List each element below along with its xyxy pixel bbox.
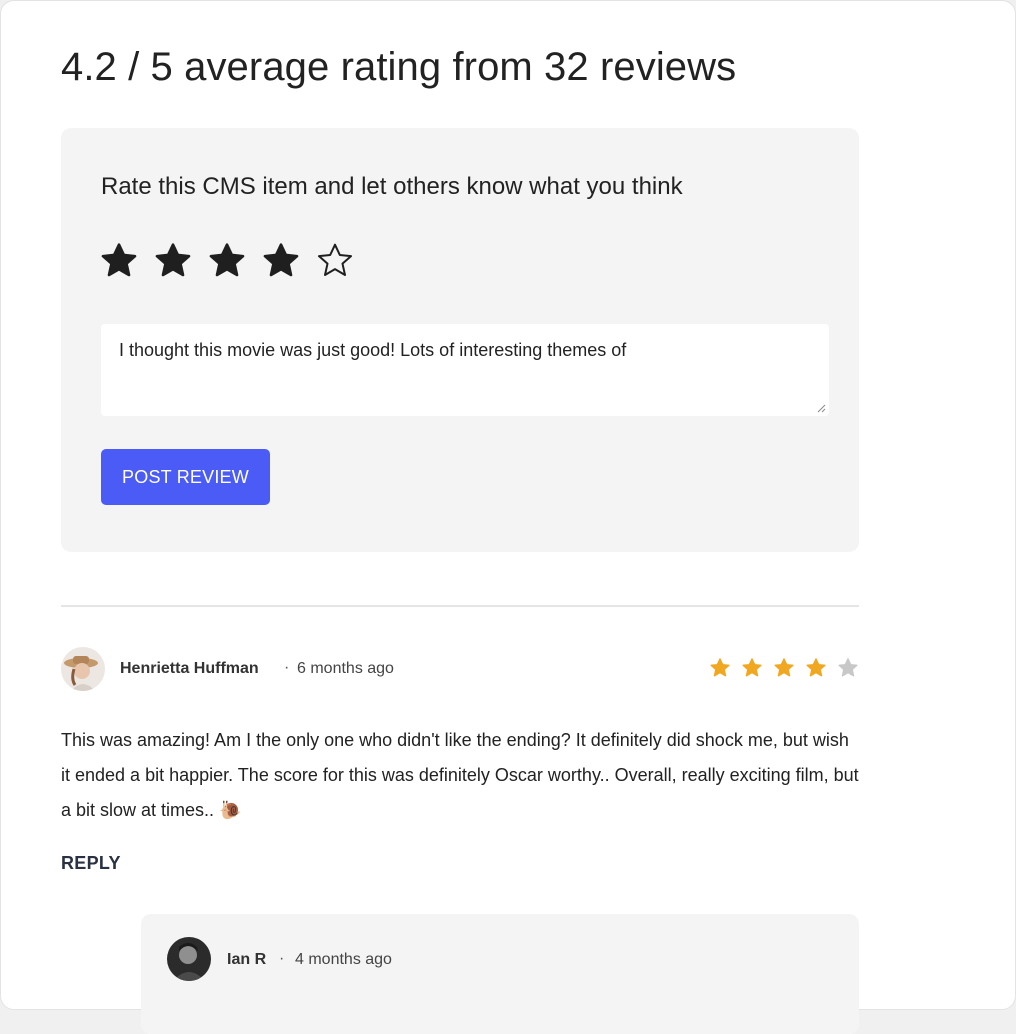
reply-button[interactable]: REPLY xyxy=(61,853,121,874)
rating-input[interactable] xyxy=(99,241,355,281)
review-header: Henrietta Huffman · 6 months ago xyxy=(61,647,859,691)
star-icon-1[interactable] xyxy=(99,241,139,281)
review-textarea-value: I thought this movie was just good! Lots… xyxy=(119,340,627,360)
star-icon-5[interactable] xyxy=(315,241,355,281)
review-time: 6 months ago xyxy=(297,660,394,677)
star-icon-3[interactable] xyxy=(207,241,247,281)
avatar[interactable] xyxy=(61,647,105,691)
reply-card: Ian R · 4 months ago xyxy=(141,914,859,1034)
review-textarea[interactable]: I thought this movie was just good! Lots… xyxy=(101,324,829,416)
divider xyxy=(61,605,859,607)
review-text: This was amazing! Am I the only one who … xyxy=(61,730,859,820)
star-icon xyxy=(805,657,827,679)
review-author[interactable]: Henrietta Huffman xyxy=(120,660,259,678)
rate-item-card: Rate this CMS item and let others know w… xyxy=(61,128,859,552)
star-icon xyxy=(741,657,763,679)
resize-grip-icon[interactable] xyxy=(817,404,826,413)
reply-author[interactable]: Ian R xyxy=(227,951,266,969)
rate-prompt: Rate this CMS item and let others know w… xyxy=(101,173,683,200)
star-icon-2[interactable] xyxy=(153,241,193,281)
review-body: This was amazing! Am I the only one who … xyxy=(61,723,861,828)
star-icon xyxy=(709,657,731,679)
avatar[interactable] xyxy=(167,937,211,981)
star-icon xyxy=(837,657,859,679)
meta-separator: · xyxy=(284,659,290,676)
star-icon-4[interactable] xyxy=(261,241,301,281)
reply-time: 4 months ago xyxy=(295,951,392,968)
snail-icon: 🐌 xyxy=(219,800,242,820)
star-icon xyxy=(773,657,795,679)
review-rating xyxy=(709,657,859,679)
meta-separator: · xyxy=(279,950,285,967)
reviews-page: 4.2 / 5 average rating from 32 reviews R… xyxy=(0,0,1016,1034)
average-rating-headline: 4.2 / 5 average rating from 32 reviews xyxy=(61,45,737,89)
post-review-button[interactable]: POST REVIEW xyxy=(101,449,270,505)
